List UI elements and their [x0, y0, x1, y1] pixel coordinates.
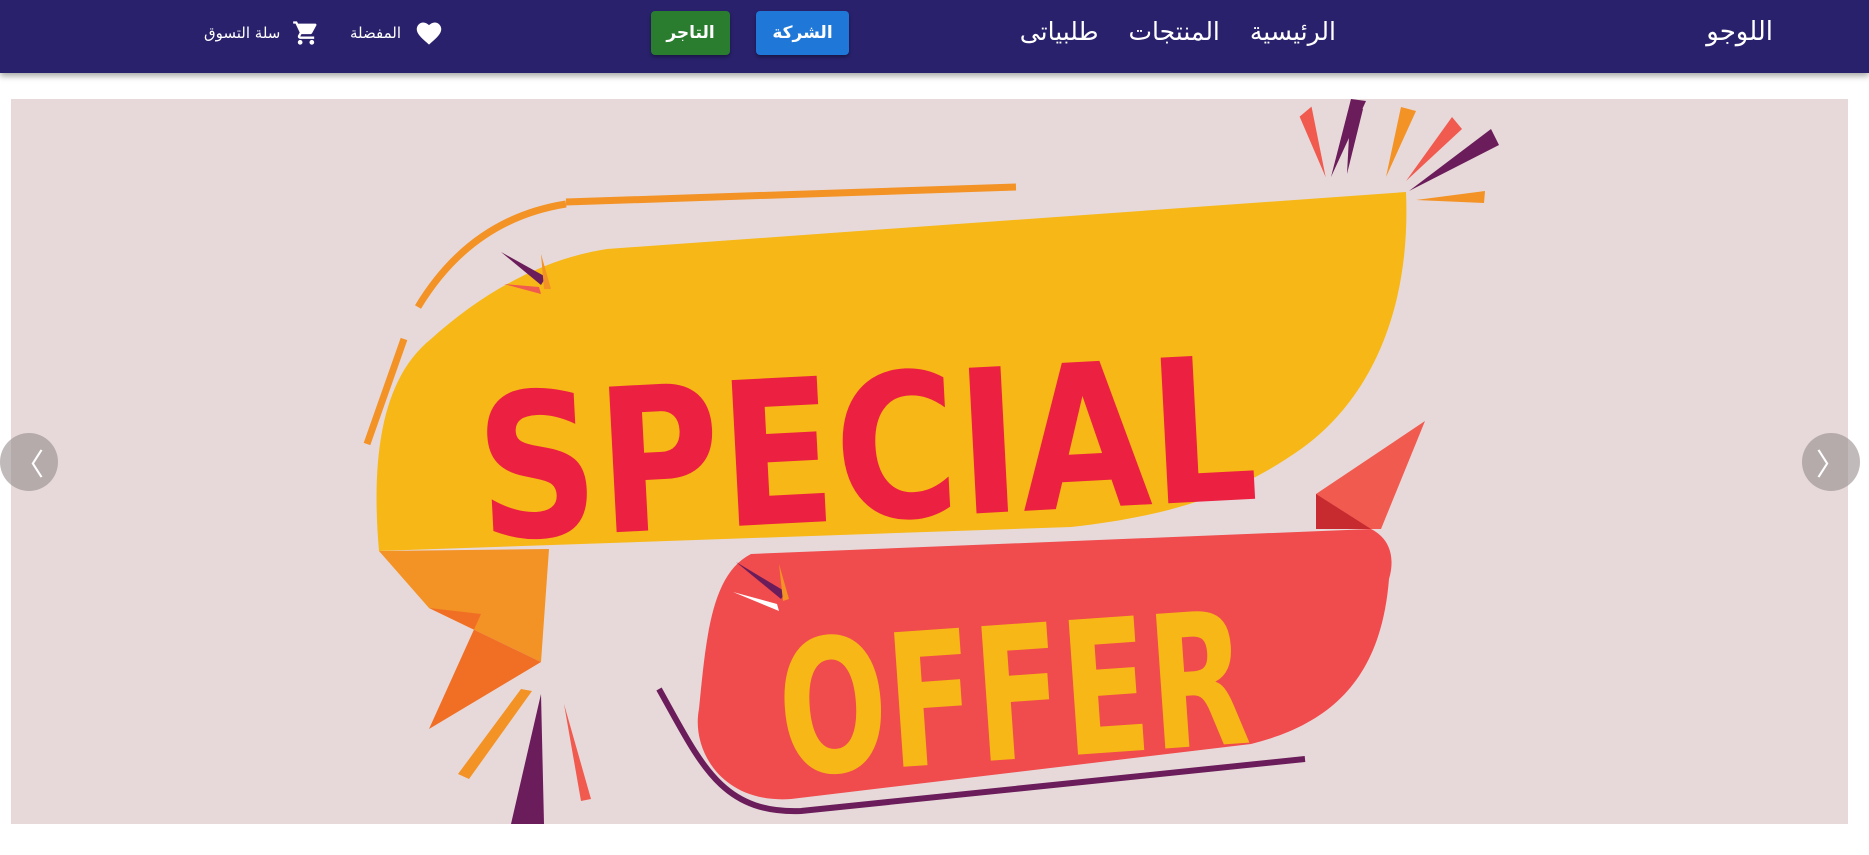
chevron-left-icon: 〈: [14, 448, 44, 483]
slide-title-line2: OFFER: [771, 571, 1255, 819]
banner-carousel[interactable]: SPECIAL OFFER: [11, 99, 1848, 824]
favorites-link[interactable]: المفضلة: [350, 20, 443, 46]
cart-link[interactable]: سلة التسوق: [204, 19, 320, 47]
main-nav: الرئيسية المنتجات طلبياتى: [1020, 17, 1336, 46]
nav-home[interactable]: الرئيسية: [1250, 17, 1336, 46]
chevron-right-icon: 〉: [1816, 448, 1846, 483]
nav-orders[interactable]: طلبياتى: [1020, 17, 1099, 46]
carousel-prev-button[interactable]: 〈: [0, 433, 58, 491]
slide-title-line1: SPECIAL: [471, 314, 1262, 588]
heart-icon: [416, 22, 442, 45]
nav-products[interactable]: المنتجات: [1128, 17, 1219, 46]
shopping-cart-icon: [293, 21, 317, 45]
logo[interactable]: اللوجو: [1706, 17, 1773, 47]
special-offer-banner: SPECIAL OFFER: [363, 99, 1499, 824]
top-navbar: اللوجو الرئيسية المنتجات طلبياتى الشركة …: [0, 0, 1869, 73]
favorites-label: المفضلة: [350, 24, 402, 42]
cart-label: سلة التسوق: [204, 24, 281, 42]
merchant-button[interactable]: التاجر: [651, 11, 730, 55]
carousel-next-button[interactable]: 〉: [1802, 433, 1860, 491]
company-button[interactable]: الشركة: [756, 11, 849, 55]
